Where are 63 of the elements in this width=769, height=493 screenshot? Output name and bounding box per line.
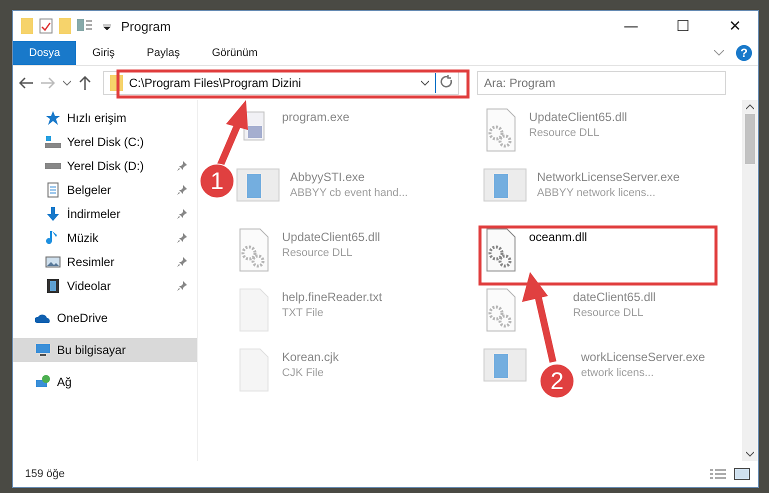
sidebar-item[interactable]: Yerel Disk (D:) [13, 154, 197, 178]
dropdown-icon[interactable] [103, 22, 111, 30]
sidebar-item[interactable]: Resimler [13, 250, 197, 274]
file-type: Resource DLL [529, 127, 600, 139]
search-field[interactable]: Ara: Program [477, 71, 726, 95]
up-arrow-icon[interactable] [79, 76, 91, 90]
document-icon [45, 182, 61, 198]
file-type: Resource DLL [282, 247, 354, 259]
item-count: 159 öğe [25, 468, 66, 480]
file-type: ABBYY network licens... [537, 187, 656, 199]
ribbon-tab[interactable]: Giriş [76, 41, 131, 65]
window-file-icon [236, 168, 280, 202]
step-number: 1 [210, 168, 224, 195]
sidebar-item[interactable]: OneDrive [13, 306, 197, 330]
sidebar-item[interactable]: Müzik [13, 226, 197, 250]
step-badge [540, 364, 574, 398]
film-icon [45, 278, 61, 294]
chevron-down-icon[interactable] [746, 451, 754, 457]
tiles-view-icon[interactable] [734, 468, 750, 480]
chevron-down-icon[interactable] [63, 80, 71, 86]
pointer-arrow [216, 100, 248, 168]
back-arrow-icon[interactable] [19, 77, 33, 89]
ribbon-tab[interactable]: Paylaş [130, 41, 196, 65]
file-type: TXT File [282, 307, 324, 319]
sidebar-item[interactable]: Videolar [13, 274, 197, 298]
properties-icon [39, 18, 53, 34]
maximize-button[interactable]: ☐ [660, 11, 706, 41]
close-button[interactable]: ✕ [712, 11, 758, 41]
star-icon [45, 110, 61, 126]
new-folder-icon [59, 18, 71, 34]
chevron-up-icon[interactable] [746, 104, 754, 110]
scrollbar-thumb[interactable] [745, 114, 755, 164]
download-icon [45, 206, 61, 222]
sidebar-item[interactable]: Belgeler [13, 178, 197, 202]
sidebar-item[interactable]: Bu bilgisayar [13, 338, 197, 362]
minimize-button[interactable]: — [608, 11, 654, 41]
ribbon-tab[interactable]: Görünüm [196, 41, 274, 65]
chevron-down-icon[interactable] [421, 80, 429, 86]
network-icon [35, 374, 51, 390]
scrollbar[interactable] [742, 100, 758, 461]
sidebar-item[interactable]: Yerel Disk (C:) [13, 130, 197, 154]
file-type: etwork licens... [581, 367, 655, 379]
folder-icon [21, 18, 33, 34]
window-file-icon [483, 348, 527, 382]
window-title: Program [121, 18, 172, 34]
computer-icon [35, 342, 51, 358]
sidebar-item[interactable]: Ağ [13, 370, 197, 394]
sidebar-item[interactable]: Hızlı erişim [13, 106, 197, 130]
ribbon-tab[interactable]: Dosya [13, 41, 76, 65]
picture-icon [45, 254, 61, 270]
drive-icon [45, 163, 61, 169]
window-file-icon [483, 168, 527, 202]
help-button[interactable]: ? [736, 45, 752, 61]
details-view-icon[interactable] [710, 468, 726, 480]
address-field[interactable]: C:\Program Files\Program Dizini [103, 71, 459, 95]
file-name[interactable]: oceanm.dll [529, 230, 588, 244]
file-type: Resource DLL [573, 307, 644, 319]
file-type: CJK File [282, 367, 325, 379]
drive-icon [45, 136, 61, 148]
file-type: ABBYY cb event hand... [290, 187, 408, 199]
step-number: 2 [550, 368, 564, 395]
sidebar-item[interactable]: İndirmeler [13, 202, 197, 226]
step-badge [200, 164, 234, 198]
